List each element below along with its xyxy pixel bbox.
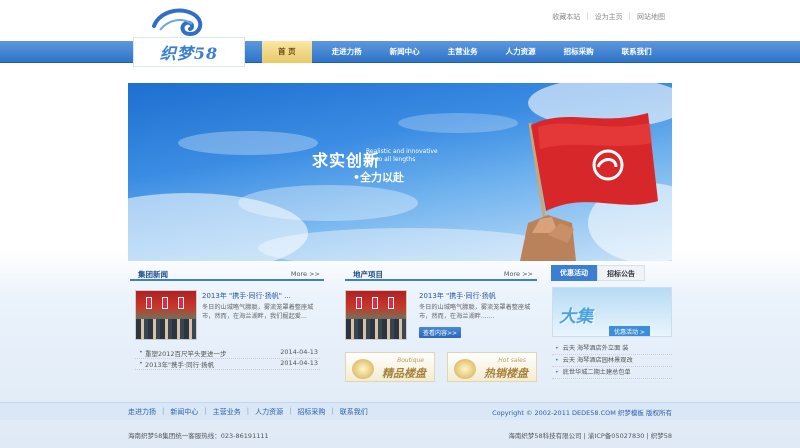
- news-featured-title[interactable]: 2013年 "携手·同行·扬帆" ...: [202, 291, 291, 301]
- list-item-date: 2014-04-13: [280, 348, 318, 356]
- slogan-en-line1: Realistic and innovative: [366, 148, 438, 155]
- divider: |: [246, 407, 250, 415]
- people-decor: [136, 319, 196, 339]
- promotion-banner-text: 大集: [559, 307, 593, 327]
- set-homepage-link[interactable]: 设为主页: [595, 12, 623, 22]
- slogan-en-line2: Go to all lengths: [366, 156, 416, 163]
- flag-decor: [146, 297, 152, 309]
- tab-tender-notice[interactable]: 招标公告: [597, 265, 645, 281]
- flag-decor: [162, 297, 168, 309]
- realty-section-title: 地产项目: [353, 270, 383, 279]
- nav-contact[interactable]: 联系我们: [608, 41, 666, 63]
- promotion-list: • 云天 海琴酒店外立面 装 • 云天 海琴酒店园林景观改 • 底世华城二期土建总包单: [552, 343, 672, 379]
- footer-link-news[interactable]: 新闻中心: [170, 407, 198, 417]
- list-item-title[interactable]: 2013年"携手·同行·扬帆: [145, 359, 214, 369]
- list-item-title[interactable]: 重塑2012百尺竿头更进一步: [145, 348, 227, 358]
- list-item[interactable]: • 云天 海琴酒店外立面 装: [552, 343, 672, 355]
- divider: |: [628, 12, 631, 20]
- divider: |: [204, 407, 207, 415]
- footer-link-procurement[interactable]: 招标采购: [297, 407, 325, 417]
- bullet-icon: •: [555, 369, 559, 376]
- promo-small-text: Boutique: [397, 357, 424, 364]
- news-thumbnail[interactable]: [135, 290, 197, 340]
- view-content-button[interactable]: 查看内容>>: [419, 327, 462, 338]
- slogan-english: Realistic and innovative Go to all lengt…: [366, 148, 486, 164]
- promotion-banner[interactable]: 大集 优惠活动 >: [552, 287, 672, 337]
- list-item[interactable]: • 云天 海琴酒店园林景观改: [552, 355, 672, 367]
- sitemap-link[interactable]: 网站地图: [637, 12, 665, 22]
- promotion-banner-button[interactable]: 优惠活动 >: [609, 326, 650, 336]
- bookmark-link[interactable]: 收藏本站: [552, 12, 580, 22]
- main-nav: 首 页 走进力扬 新闻中心 主营业务 人力资源 招标采购 联系我们: [262, 41, 666, 63]
- footer-bar: [0, 402, 800, 420]
- divider: |: [162, 407, 165, 415]
- hot-sales-promo[interactable]: Hot sales 热销楼盘: [447, 352, 537, 382]
- logo-swirl-icon: [152, 8, 203, 37]
- flag-decor: [178, 297, 184, 309]
- list-item[interactable]: • 重塑2012百尺竿头更进一步 2014-04-13: [135, 348, 320, 359]
- boutique-promo[interactable]: Boutique 精品楼盘: [345, 352, 435, 382]
- divider: |: [331, 407, 334, 415]
- list-item-date: 2014-04-13: [280, 359, 318, 367]
- footer-link-about[interactable]: 走进力扬: [128, 407, 156, 417]
- promo-small-text: Hot sales: [498, 357, 526, 364]
- footer-link-hr[interactable]: 人力资源: [255, 407, 283, 417]
- bullet-icon: •: [139, 359, 143, 367]
- header: 收藏本站 | 设为主页 | 网站地图: [0, 0, 800, 42]
- divider: |: [586, 12, 589, 20]
- footer-link-business[interactable]: 主营业务: [213, 407, 241, 417]
- divider: |: [289, 407, 292, 415]
- tab-promotions[interactable]: 优惠活动: [551, 265, 597, 281]
- flag-decor: [388, 297, 394, 309]
- realty-featured-title[interactable]: 2013年 "携手·同行·扬帆: [419, 291, 496, 301]
- nav-hr[interactable]: 人力资源: [492, 41, 550, 63]
- realty-thumbnail[interactable]: [345, 290, 407, 340]
- crown-icon: [352, 359, 374, 379]
- copyright: Copyright © 2002-2011 DEDE58.COM 织梦模板 版权…: [492, 409, 672, 417]
- flag-decor: [372, 297, 378, 309]
- list-item[interactable]: • 2013年"携手·同行·扬帆 2014-04-13: [135, 359, 320, 370]
- promo-big-text: 热销楼盘: [484, 367, 528, 380]
- realty-featured-desc: 冬日的山城略气朦胧，雾流笼罩着整座城市，然而，在海兰湖畔.......: [419, 304, 531, 320]
- logo-text: 织梦58: [159, 44, 219, 63]
- nav-procurement[interactable]: 招标采购: [550, 41, 608, 63]
- news-list: • 重塑2012百尺竿头更进一步 2014-04-13 • 2013年"携手·同…: [135, 348, 320, 370]
- nav-home[interactable]: 首 页: [262, 41, 312, 63]
- nav-news[interactable]: 新闻中心: [376, 41, 434, 63]
- list-item[interactable]: • 底世华城二期土建总包单: [552, 367, 672, 379]
- list-item-title[interactable]: 云天 海琴酒店园林景观改: [563, 357, 633, 364]
- news-section-title: 集团新闻: [138, 270, 168, 279]
- slogan-sub: •全力以赴: [353, 171, 405, 184]
- nav-about[interactable]: 走进力扬: [318, 41, 376, 63]
- news-section-header: 集团新闻 More >>: [130, 267, 324, 281]
- right-tabs: 优惠活动 招标公告: [551, 265, 672, 281]
- news-more-link[interactable]: More >>: [291, 270, 320, 278]
- people-decor: [346, 319, 406, 339]
- nav-business[interactable]: 主营业务: [434, 41, 492, 63]
- globe-icon: [454, 359, 476, 379]
- list-item-title[interactable]: 云天 海琴酒店外立面 装: [563, 345, 629, 352]
- slogan-part1: 求实: [312, 151, 347, 170]
- footer-nav: 走进力扬 | 新闻中心 | 主营业务 | 人力资源 | 招标采购 | 联系我们: [128, 407, 368, 417]
- realty-more-link[interactable]: More >>: [504, 270, 533, 278]
- promo-big-text: 精品楼盘: [382, 367, 426, 380]
- logo[interactable]: 织梦58: [133, 37, 245, 67]
- bullet-icon: •: [555, 357, 559, 364]
- news-featured-desc: 冬日的山城略气朦胧，雾流笼罩着整座城市，然而，在海兰湖畔，我们掘起爱...: [202, 304, 314, 320]
- bullet-icon: •: [139, 348, 143, 356]
- realty-section-header: 地产项目 More >>: [345, 267, 537, 281]
- list-item-title[interactable]: 底世华城二期土建总包单: [563, 369, 631, 376]
- bullet-icon: •: [555, 345, 559, 352]
- footer-link-contact[interactable]: 联系我们: [340, 407, 368, 417]
- icp-info: 海南织梦58科技有限公司 | 渝ICP备05027830 | 织梦58: [508, 432, 672, 440]
- flag-decor: [356, 297, 362, 309]
- hotline: 海南织梦58集团统一客服热线：023-86191111: [128, 432, 269, 440]
- top-links: 收藏本站 | 设为主页 | 网站地图: [552, 12, 665, 22]
